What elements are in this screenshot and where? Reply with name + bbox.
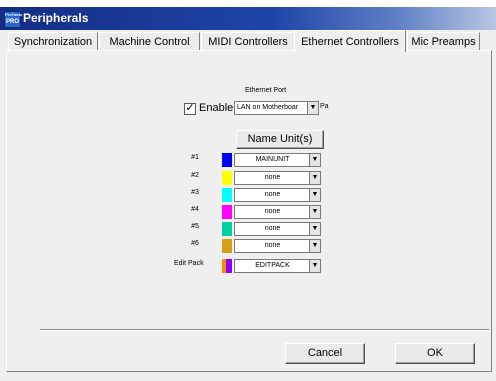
tab-synchronization[interactable]: Synchronization [8, 32, 98, 51]
unit-label: #5 [191, 223, 199, 230]
unit-color-swatch[interactable] [222, 222, 232, 236]
tab-ethernet-controllers[interactable]: Ethernet Controllers [294, 30, 406, 52]
edit-pack-value: EDITPACK [255, 262, 290, 269]
unit-row-1: #1 MAINUNIT ▼ [0, 153, 496, 169]
cancel-button[interactable]: Cancel [285, 343, 365, 364]
app-icon: ProTools PRO [4, 11, 22, 28]
unit-color-swatch[interactable] [222, 205, 232, 219]
unit-row-5: #5 none ▼ [0, 222, 496, 238]
ethernet-port-heading: Ethernet Port [245, 87, 287, 94]
ethernet-port-value: LAN on Motherboar [237, 104, 299, 111]
unit-color-swatch[interactable] [222, 188, 232, 202]
chevron-down-icon[interactable]: ▼ [309, 240, 320, 252]
top-strip [0, 0, 496, 7]
unit-label: #1 [191, 154, 199, 161]
app-icon-bottom-text: PRO [5, 19, 19, 25]
title-bar[interactable]: ProTools PRO Peripherals [0, 7, 496, 30]
divider [40, 329, 489, 331]
unit-row-3: #3 none ▼ [0, 188, 496, 204]
chevron-down-icon[interactable]: ▼ [309, 223, 320, 235]
unit-select[interactable]: none ▼ [234, 205, 321, 219]
chevron-down-icon[interactable]: ▼ [309, 206, 320, 218]
unit-color-swatch[interactable] [222, 153, 232, 167]
unit-value: MAINUNIT [255, 156, 290, 163]
name-units-button[interactable]: Name Unit(s) [236, 130, 324, 149]
unit-select[interactable]: none ▼ [234, 171, 321, 185]
unit-label: #3 [191, 189, 199, 196]
peripherals-window: ProTools PRO Peripherals Synchronization… [0, 0, 496, 381]
unit-color-swatch[interactable] [222, 239, 232, 253]
ok-button[interactable]: OK [395, 343, 475, 364]
unit-select[interactable]: MAINUNIT ▼ [234, 153, 321, 167]
unit-label: #6 [191, 240, 199, 247]
unit-select[interactable]: none ▼ [234, 222, 321, 236]
unit-value: none [264, 174, 281, 181]
unit-row-2: #2 none ▼ [0, 171, 496, 187]
tab-mic-preamps[interactable]: Mic Preamps [407, 32, 480, 51]
tab-midi-controllers[interactable]: MIDI Controllers [201, 32, 295, 51]
window-title: Peripherals [23, 11, 89, 25]
checkmark-icon: ✓ [185, 102, 195, 114]
chevron-down-icon[interactable]: ▼ [307, 102, 318, 114]
unit-value: none [264, 191, 281, 198]
unit-value: none [264, 208, 281, 215]
chevron-down-icon[interactable]: ▼ [309, 154, 320, 166]
ethernet-port-suffix: Pa [320, 103, 329, 110]
enable-label: Enable [199, 102, 234, 114]
unit-row-6: #6 none ▼ [0, 239, 496, 255]
edit-pack-row: Edit Pack EDITPACK ▼ [0, 259, 496, 275]
ethernet-port-select[interactable]: LAN on Motherboar ▼ [234, 101, 319, 115]
chevron-down-icon[interactable]: ▼ [309, 172, 320, 184]
unit-label: #4 [191, 206, 199, 213]
enable-checkbox[interactable]: ✓ [184, 102, 196, 115]
unit-select[interactable]: none ▼ [234, 188, 321, 202]
unit-select[interactable]: none ▼ [234, 239, 321, 253]
unit-value: none [264, 225, 281, 232]
unit-value: none [264, 242, 281, 249]
tab-machine-control[interactable]: Machine Control [99, 32, 200, 51]
chevron-down-icon[interactable]: ▼ [309, 260, 320, 272]
edit-pack-label: Edit Pack [174, 260, 204, 267]
unit-row-4: #4 none ▼ [0, 205, 496, 221]
unit-color-swatch[interactable] [222, 171, 232, 185]
edit-pack-select[interactable]: EDITPACK ▼ [234, 259, 321, 273]
unit-label: #2 [191, 172, 199, 179]
edit-pack-color-swatch[interactable] [222, 259, 232, 273]
chevron-down-icon[interactable]: ▼ [309, 189, 320, 201]
